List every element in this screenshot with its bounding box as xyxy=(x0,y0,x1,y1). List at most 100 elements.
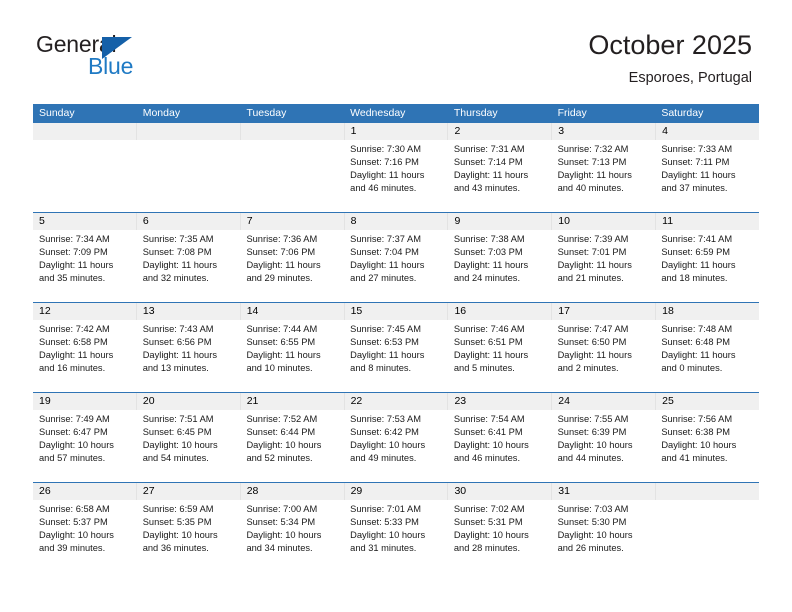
day-cell[interactable]: Sunrise: 7:42 AM Sunset: 6:58 PM Daylight:… xyxy=(33,320,137,392)
sunset-text: Sunset: 6:41 PM xyxy=(453,427,523,438)
day-cell[interactable]: Sunrise: 7:53 AM Sunset: 6:42 PM Daylight:… xyxy=(344,410,448,482)
daylight-text-line2: and 34 minutes. xyxy=(246,543,313,554)
day-number[interactable]: 11 xyxy=(655,213,759,230)
day-cell[interactable]: Sunrise: 7:38 AM Sunset: 7:03 PM Daylight:… xyxy=(448,230,552,302)
sunrise-text: Sunrise: 7:01 AM xyxy=(350,504,421,514)
day-cell[interactable]: Sunrise: 6:59 AM Sunset: 5:35 PM Daylight:… xyxy=(137,500,241,572)
day-cell[interactable]: Sunrise: 7:34 AM Sunset: 7:09 PM Daylight:… xyxy=(33,230,137,302)
day-number[interactable]: 5 xyxy=(33,213,136,230)
daylight-text-line1: Daylight: 10 hours xyxy=(246,530,322,541)
daylight-text-line2: and 37 minutes. xyxy=(661,183,728,194)
day-cell[interactable]: Sunrise: 7:44 AM Sunset: 6:55 PM Daylight:… xyxy=(240,320,344,392)
day-cell[interactable]: Sunrise: 7:03 AM Sunset: 5:30 PM Daylight:… xyxy=(552,500,656,572)
day-cell[interactable]: Sunrise: 6:58 AM Sunset: 5:37 PM Daylight:… xyxy=(33,500,137,572)
daylight-text-line1: Daylight: 11 hours xyxy=(453,170,529,181)
day-cell[interactable]: Sunrise: 7:51 AM Sunset: 6:45 PM Daylight:… xyxy=(137,410,241,482)
day-cell[interactable]: Sunrise: 7:45 AM Sunset: 6:53 PM Daylight:… xyxy=(344,320,448,392)
calendar-week-row: 12 13 14 15 16 17 18 Sunrise: 7:42 AM Sunset: 6:… xyxy=(33,302,759,392)
sunrise-text: Sunrise: 7:33 AM xyxy=(661,144,733,154)
day-number[interactable]: 3 xyxy=(551,123,655,140)
day-cell[interactable]: Sunrise: 7:55 AM Sunset: 6:39 PM Daylight:… xyxy=(552,410,656,482)
weekday-header-wednesday: Wednesday xyxy=(350,107,406,119)
day-number[interactable]: 20 xyxy=(135,393,240,410)
day-cell[interactable]: Sunrise: 7:46 AM Sunset: 6:51 PM Daylight:… xyxy=(448,320,552,392)
day-cell[interactable]: Sunrise: 7:37 AM Sunset: 7:04 PM Daylight:… xyxy=(344,230,448,302)
day-number-empty xyxy=(655,483,759,500)
sunrise-text: Sunrise: 7:38 AM xyxy=(453,234,525,244)
daylight-text-line1: Daylight: 11 hours xyxy=(661,350,736,361)
day-number[interactable]: 28 xyxy=(239,483,344,500)
day-number[interactable]: 27 xyxy=(135,483,240,500)
day-number[interactable]: 26 xyxy=(33,483,136,500)
day-number[interactable]: 23 xyxy=(447,393,551,410)
daylight-text-line1: Daylight: 11 hours xyxy=(350,260,425,271)
sunset-text: Sunset: 5:31 PM xyxy=(453,517,523,528)
day-cell[interactable]: Sunrise: 7:49 AM Sunset: 6:47 PM Daylight:… xyxy=(33,410,137,482)
day-number-band: 26 27 28 29 30 31 xyxy=(33,483,759,500)
day-number[interactable]: 16 xyxy=(447,303,551,320)
day-cell[interactable]: Sunrise: 7:30 AM Sunset: 7:16 PM Daylight:… xyxy=(344,140,448,212)
sunset-text: Sunset: 6:42 PM xyxy=(350,427,419,438)
sunset-text: Sunset: 7:13 PM xyxy=(557,157,627,168)
daylight-text-line2: and 57 minutes. xyxy=(39,453,106,464)
day-number-empty xyxy=(33,123,136,140)
day-number[interactable]: 6 xyxy=(135,213,240,230)
day-number[interactable]: 22 xyxy=(343,393,448,410)
day-cell[interactable]: Sunrise: 7:31 AM Sunset: 7:14 PM Daylight:… xyxy=(448,140,552,212)
daylight-text-line1: Daylight: 10 hours xyxy=(453,440,529,451)
day-number[interactable]: 7 xyxy=(239,213,344,230)
sunrise-text: Sunrise: 7:31 AM xyxy=(453,144,525,154)
sunrise-text: Sunrise: 7:00 AM xyxy=(246,504,318,514)
day-number[interactable]: 8 xyxy=(343,213,448,230)
day-cell[interactable]: Sunrise: 7:56 AM Sunset: 6:38 PM Daylight:… xyxy=(655,410,759,482)
day-detail-band: Sunrise: 7:30 AM Sunset: 7:16 PM Daylight:… xyxy=(33,140,759,212)
day-number[interactable]: 30 xyxy=(447,483,551,500)
day-cell[interactable]: Sunrise: 7:54 AM Sunset: 6:41 PM Daylight:… xyxy=(448,410,552,482)
daylight-text-line2: and 31 minutes. xyxy=(350,543,417,554)
day-cell[interactable]: Sunrise: 7:39 AM Sunset: 7:01 PM Daylight:… xyxy=(552,230,656,302)
day-number[interactable]: 4 xyxy=(655,123,759,140)
day-number[interactable]: 13 xyxy=(135,303,240,320)
daylight-text-line1: Daylight: 11 hours xyxy=(453,350,529,361)
sunset-text: Sunset: 6:38 PM xyxy=(661,427,731,438)
day-number[interactable]: 2 xyxy=(447,123,551,140)
day-number[interactable]: 9 xyxy=(447,213,551,230)
day-cell[interactable]: Sunrise: 7:33 AM Sunset: 7:11 PM Daylight:… xyxy=(655,140,759,212)
day-detail-band: Sunrise: 7:42 AM Sunset: 6:58 PM Daylight:… xyxy=(33,320,759,392)
day-number[interactable]: 1 xyxy=(343,123,448,140)
day-number[interactable]: 10 xyxy=(551,213,655,230)
day-number[interactable]: 25 xyxy=(655,393,759,410)
day-cell[interactable]: Sunrise: 7:47 AM Sunset: 6:50 PM Daylight:… xyxy=(552,320,656,392)
daylight-text-line1: Daylight: 10 hours xyxy=(142,530,218,541)
day-number[interactable]: 31 xyxy=(551,483,655,500)
day-cell[interactable]: Sunrise: 7:52 AM Sunset: 6:44 PM Daylight:… xyxy=(240,410,344,482)
day-cell[interactable]: Sunrise: 7:02 AM Sunset: 5:31 PM Daylight:… xyxy=(448,500,552,572)
sunrise-text: Sunrise: 7:41 AM xyxy=(661,234,733,244)
day-number[interactable]: 15 xyxy=(343,303,448,320)
weekday-header-thursday: Thursday xyxy=(453,107,498,119)
daylight-text-line2: and 10 minutes. xyxy=(246,363,313,374)
day-cell[interactable]: Sunrise: 7:43 AM Sunset: 6:56 PM Daylight:… xyxy=(137,320,241,392)
day-cell[interactable]: Sunrise: 7:00 AM Sunset: 5:34 PM Daylight:… xyxy=(240,500,344,572)
day-cell[interactable]: Sunrise: 7:36 AM Sunset: 7:06 PM Daylight:… xyxy=(240,230,344,302)
daylight-text-line2: and 39 minutes. xyxy=(39,543,106,554)
sunrise-text: Sunrise: 7:47 AM xyxy=(557,324,629,334)
day-cell[interactable]: Sunrise: 7:48 AM Sunset: 6:48 PM Daylight:… xyxy=(655,320,759,392)
day-number[interactable]: 17 xyxy=(551,303,655,320)
day-number[interactable]: 18 xyxy=(655,303,759,320)
sunset-text: Sunset: 7:11 PM xyxy=(661,157,730,168)
day-number[interactable]: 19 xyxy=(33,393,136,410)
day-number[interactable]: 21 xyxy=(239,393,344,410)
sunrise-text: Sunrise: 7:55 AM xyxy=(557,414,629,424)
weekday-header-monday: Monday xyxy=(142,107,181,119)
daylight-text-line2: and 26 minutes. xyxy=(557,543,624,554)
day-cell[interactable]: Sunrise: 7:01 AM Sunset: 5:33 PM Daylight:… xyxy=(344,500,448,572)
day-cell[interactable]: Sunrise: 7:32 AM Sunset: 7:13 PM Daylight:… xyxy=(552,140,656,212)
general-blue-logo[interactable]: General Blue xyxy=(36,33,216,85)
day-number[interactable]: 24 xyxy=(551,393,655,410)
day-number[interactable]: 14 xyxy=(239,303,344,320)
day-cell[interactable]: Sunrise: 7:41 AM Sunset: 6:59 PM Daylight:… xyxy=(655,230,759,302)
day-number[interactable]: 12 xyxy=(33,303,136,320)
day-cell[interactable]: Sunrise: 7:35 AM Sunset: 7:08 PM Daylight:… xyxy=(137,230,241,302)
day-number[interactable]: 29 xyxy=(343,483,448,500)
